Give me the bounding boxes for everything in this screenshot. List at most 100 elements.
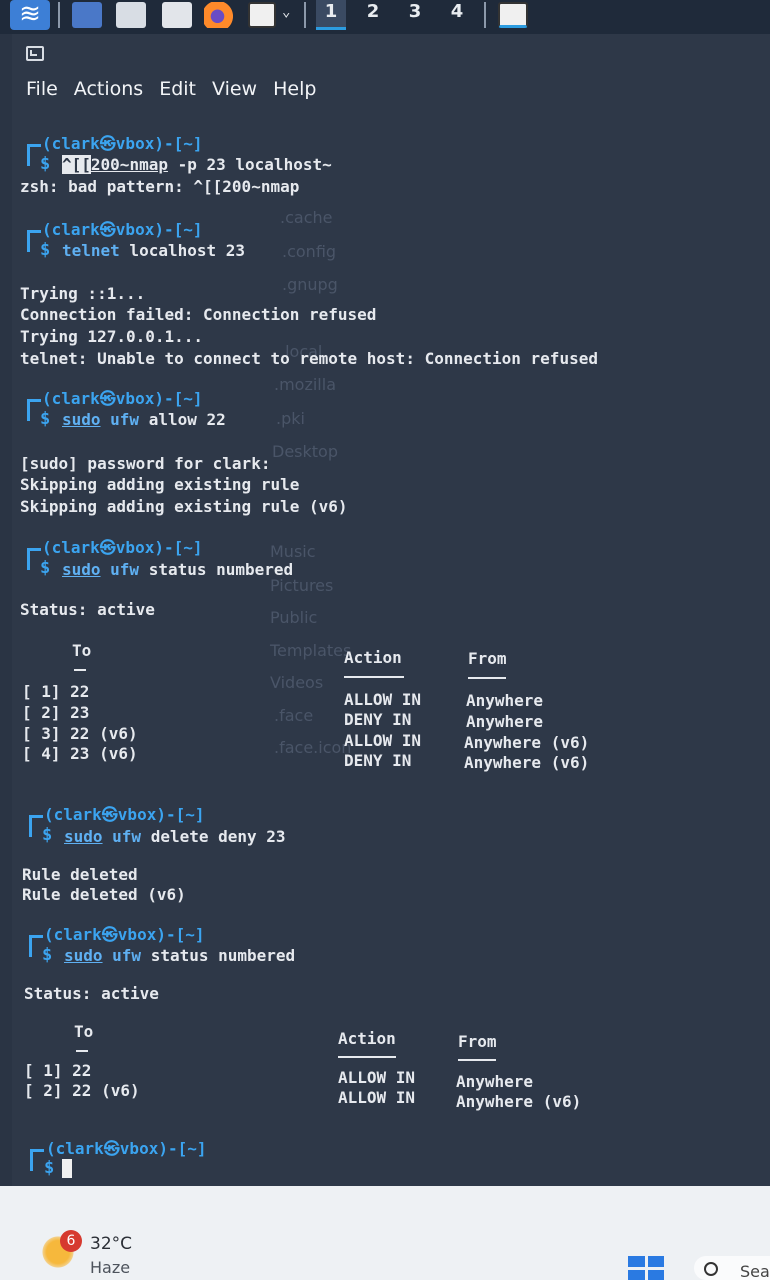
table-row-to: [ 1] 22 xyxy=(24,1061,92,1080)
command-args: -p 23 localhost~ xyxy=(167,155,332,174)
output-line: Rule deleted (v6) xyxy=(22,885,186,904)
command-args: status numbered xyxy=(139,560,294,579)
command-word: 200~nmap xyxy=(90,155,168,174)
table-row-action: ALLOW IN xyxy=(344,731,422,750)
weather-temperature[interactable]: 32°C xyxy=(90,1234,132,1254)
table-row-from: Anywhere xyxy=(466,712,544,731)
prompt-header: (clark㉿vbox)-[~] xyxy=(42,220,203,239)
menu-view[interactable]: View xyxy=(212,78,257,104)
chevron-down-icon[interactable]: ⌄ xyxy=(282,4,290,20)
workspace-2[interactable]: 2 xyxy=(358,0,388,30)
prompt-bracket xyxy=(27,399,41,421)
command-args: localhost 23 xyxy=(119,241,246,260)
header-underline xyxy=(74,669,86,671)
header-underline xyxy=(338,1056,396,1058)
table-row-from: Anywhere xyxy=(466,691,544,710)
menu-actions[interactable]: Actions xyxy=(74,78,143,104)
ghost-file-label: Music xyxy=(270,542,316,561)
prompt-header: (clark㉿vbox)-[~] xyxy=(46,1139,207,1158)
command-word: ufw xyxy=(100,560,140,579)
command-line: sudo ufw status numbered xyxy=(62,560,293,580)
terminal-icon xyxy=(26,46,44,61)
command-args: status numbered xyxy=(141,946,296,965)
menu-edit[interactable]: Edit xyxy=(159,78,196,104)
header-underline xyxy=(344,676,404,678)
menubar: File Actions Edit View Help xyxy=(26,78,316,104)
command-word: sudo xyxy=(62,560,101,579)
table-row-action: DENY IN xyxy=(344,710,412,729)
ghost-file-label: Public xyxy=(270,608,318,627)
table-row-from: Anywhere xyxy=(456,1072,534,1091)
status-line: Status: active xyxy=(24,984,159,1003)
ghost-file-label: .pki xyxy=(276,409,305,428)
ghost-file-label: Desktop xyxy=(272,442,338,461)
prompt-header: (clark㉿vbox)-[~] xyxy=(44,805,205,824)
kali-menu-icon[interactable]: ≋ xyxy=(10,0,50,30)
command-word: sudo xyxy=(64,946,103,965)
files-icon[interactable] xyxy=(72,2,102,28)
prompt-symbol: $ xyxy=(40,409,51,429)
output-line: Connection failed: Connection refused xyxy=(20,305,377,324)
header-underline xyxy=(76,1050,88,1052)
mail-icon[interactable] xyxy=(116,2,146,28)
prompt-header: (clark㉿vbox)-[~] xyxy=(42,389,203,408)
panel-separator xyxy=(484,2,486,28)
table-row-from: Anywhere (v6) xyxy=(456,1092,582,1111)
column-header-from: From xyxy=(468,649,507,668)
workspace-4[interactable]: 4 xyxy=(442,0,472,30)
ghost-file-label: .cache xyxy=(280,208,333,227)
workspace-1[interactable]: 1 xyxy=(316,0,346,30)
ghost-file-label: .config xyxy=(282,242,337,261)
table-row-to: [ 2] 23 xyxy=(22,703,90,722)
table-row-to: [ 1] 22 xyxy=(22,682,90,701)
prompt-symbol: $ xyxy=(44,1158,55,1178)
notification-badge: 6 xyxy=(60,1230,82,1252)
command-input[interactable] xyxy=(62,1159,72,1180)
output-line: zsh: bad pattern: ^[[200~nmap xyxy=(20,177,300,196)
ghost-file-label: .mozilla xyxy=(274,375,336,394)
terminal-task-icon[interactable] xyxy=(498,2,528,28)
weather-condition[interactable]: Haze xyxy=(90,1258,130,1277)
command-line: ^[[200~nmap -p 23 localhost~ xyxy=(62,155,332,175)
command-word: sudo xyxy=(64,827,103,846)
terminal-launcher-icon[interactable] xyxy=(248,2,276,28)
prompt-symbol: $ xyxy=(42,945,53,965)
table-row-to: [ 3] 22 (v6) xyxy=(22,724,138,743)
selected-text: ^[[ xyxy=(62,155,91,174)
output-line: telnet: Unable to connect to remote host… xyxy=(20,349,598,368)
panel-separator xyxy=(58,2,60,28)
prompt-bracket xyxy=(29,815,43,837)
output-line: Skipping adding existing rule (v6) xyxy=(20,497,348,516)
status-line: Status: active xyxy=(20,600,155,619)
prompt-symbol: $ xyxy=(40,154,51,174)
prompt-symbol: $ xyxy=(40,240,51,260)
panel-separator xyxy=(304,2,306,28)
windows-start-icon[interactable] xyxy=(628,1256,664,1280)
menu-file[interactable]: File xyxy=(26,78,58,104)
prompt-header: (clark㉿vbox)-[~] xyxy=(42,134,203,153)
command-line: sudo ufw status numbered xyxy=(64,946,295,966)
ghost-file-label: Videos xyxy=(270,673,324,692)
prompt-bracket xyxy=(27,548,41,570)
prompt-bracket xyxy=(29,935,43,957)
prompt-header: (clark㉿vbox)-[~] xyxy=(44,925,205,944)
command-word: ufw xyxy=(100,410,140,429)
prompt-header: (clark㉿vbox)-[~] xyxy=(42,538,203,557)
firefox-icon[interactable] xyxy=(204,2,234,28)
command-word: telnet xyxy=(62,241,120,260)
table-row-action: DENY IN xyxy=(344,751,412,770)
search-icon xyxy=(704,1262,718,1276)
command-args: allow 22 xyxy=(139,410,226,429)
table-row-action: ALLOW IN xyxy=(338,1088,416,1107)
text-editor-icon[interactable] xyxy=(162,2,192,28)
command-line: telnet localhost 23 xyxy=(62,241,245,261)
column-header-from: From xyxy=(458,1032,497,1051)
table-row-action: ALLOW IN xyxy=(344,690,422,709)
column-header-action: Action xyxy=(338,1029,396,1048)
header-underline xyxy=(468,677,506,679)
output-line: [sudo] password for clark: xyxy=(20,454,271,473)
output-line: Trying ::1... xyxy=(20,284,146,303)
workspace-3[interactable]: 3 xyxy=(400,0,430,30)
menu-help[interactable]: Help xyxy=(273,78,316,104)
table-row-from: Anywhere (v6) xyxy=(464,733,590,752)
